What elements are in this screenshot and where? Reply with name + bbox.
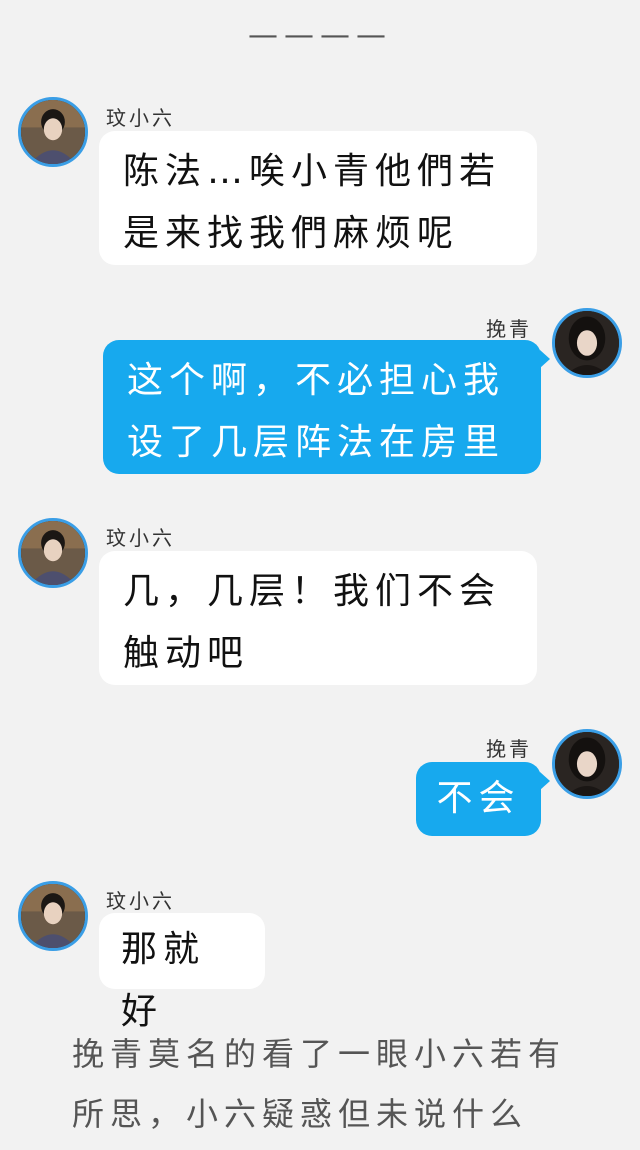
avatar-xiaoliu[interactable] bbox=[18, 518, 88, 588]
avatar-xiaoliu[interactable] bbox=[18, 97, 88, 167]
avatar-wanqing[interactable] bbox=[552, 729, 622, 799]
message-bubble-incoming[interactable]: 那就好 bbox=[99, 913, 265, 1032]
sender-name: 挽青 bbox=[486, 737, 532, 761]
avatar-wanqing-image bbox=[555, 732, 619, 796]
avatar-wanqing[interactable] bbox=[552, 308, 622, 378]
narration-text: 挽青莫名的看了一眼小六若有所思，小六疑惑但未说什么 bbox=[72, 1035, 567, 1133]
avatar-wanqing-image bbox=[555, 311, 619, 375]
avatar-xiaoliu-image bbox=[21, 884, 85, 948]
sender-name: 玟小六 bbox=[106, 526, 175, 550]
message-bubble-outgoing[interactable]: 这个啊，不必担心我设了几层阵法在房里 bbox=[103, 340, 541, 474]
message-bubble-incoming[interactable]: 陈法…唉小青他們若是来找我們麻烦呢 bbox=[99, 131, 537, 265]
bubble-tail bbox=[540, 772, 550, 790]
bubble-tail bbox=[540, 350, 550, 368]
message-bubble-incoming[interactable]: 几，几层！我们不会触动吧 bbox=[99, 551, 537, 685]
avatar-xiaoliu-image bbox=[21, 521, 85, 585]
top-divider: ———— bbox=[248, 18, 392, 53]
avatar-xiaoliu-image bbox=[21, 100, 85, 164]
sender-name: 玟小六 bbox=[106, 889, 175, 913]
sender-name: 挽青 bbox=[486, 317, 532, 341]
sender-name: 玟小六 bbox=[106, 106, 175, 130]
avatar-xiaoliu[interactable] bbox=[18, 881, 88, 951]
message-bubble-outgoing[interactable]: 不会 bbox=[416, 762, 541, 836]
